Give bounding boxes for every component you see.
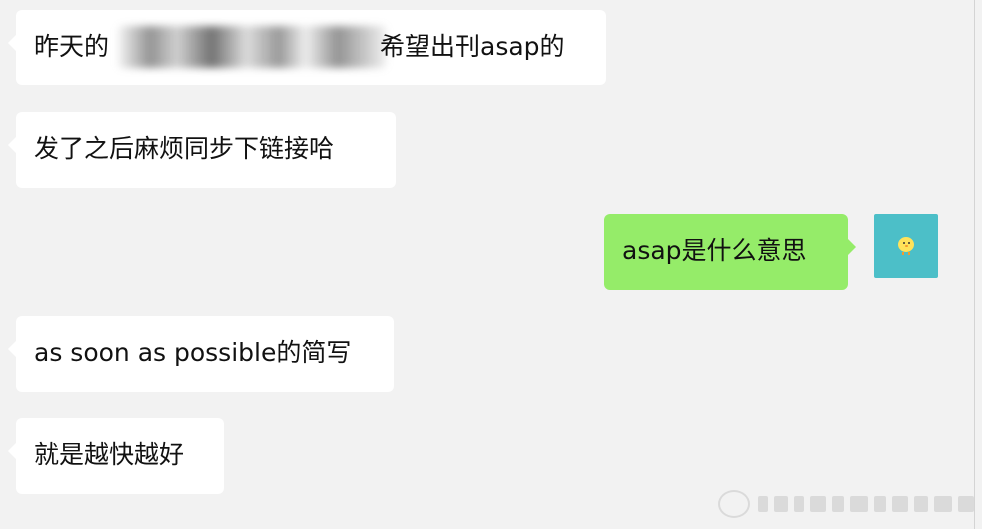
chick-foot	[908, 252, 910, 255]
message-text-suffix: 希望出刊asap的	[380, 32, 565, 61]
chick-eye	[908, 242, 910, 244]
watermark-glyph	[892, 496, 908, 512]
scrollbar-track[interactable]	[974, 0, 975, 529]
outgoing-message-bubble[interactable]: asap是什么意思	[604, 214, 856, 290]
watermark-glyph	[794, 496, 804, 512]
watermark-glyph	[774, 496, 788, 512]
chick-icon	[898, 237, 914, 252]
redacted-text-blur	[118, 26, 386, 68]
incoming-message-bubble[interactable]: 发了之后麻烦同步下链接哈	[8, 112, 396, 188]
watermark-glyph	[832, 496, 844, 512]
weibo-watermark-logo	[718, 488, 976, 522]
incoming-message-bubble[interactable]: as soon as possible的简写	[8, 316, 394, 392]
chick-foot	[902, 252, 904, 255]
watermark-glyph	[958, 496, 974, 512]
watermark-glyph	[850, 496, 868, 512]
message-text: asap是什么意思	[622, 236, 807, 265]
incoming-message-bubble[interactable]: 就是越快越好	[8, 418, 224, 494]
message-text-prefix: 昨天的	[34, 32, 110, 61]
user-avatar[interactable]	[874, 214, 938, 278]
message-text: as soon as possible的简写	[34, 338, 352, 367]
chick-eye	[903, 242, 905, 244]
watermark-glyph	[934, 496, 952, 512]
watermark-circle-icon	[718, 490, 750, 518]
chick-beak	[905, 245, 908, 247]
message-text: 发了之后麻烦同步下链接哈	[34, 134, 335, 163]
incoming-message-bubble[interactable]: 昨天的 希望出刊asap的	[8, 10, 606, 85]
watermark-glyph	[874, 496, 886, 512]
watermark-glyph	[914, 496, 928, 512]
message-text: 就是越快越好	[34, 440, 185, 469]
watermark-glyph	[758, 496, 768, 512]
watermark-glyph	[810, 496, 826, 512]
